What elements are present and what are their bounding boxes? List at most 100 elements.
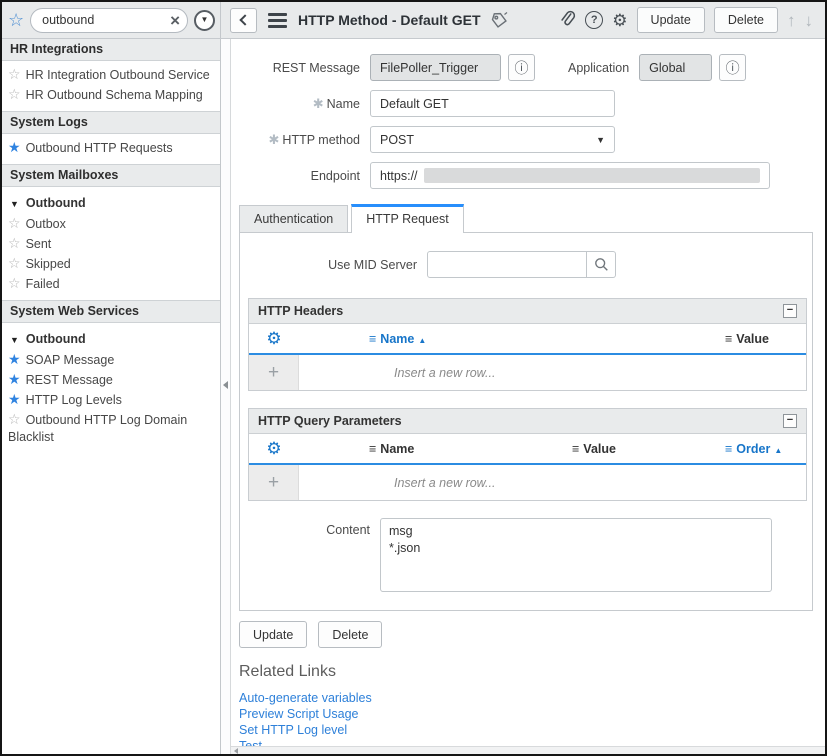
chevron-down-icon: ▼ (10, 199, 19, 209)
column-menu-icon[interactable]: ≡ (725, 332, 732, 346)
sidebar-item-label: Outbound HTTP Log Domain Blacklist (8, 413, 187, 444)
tab-authentication[interactable]: Authentication (239, 205, 348, 232)
sidebar-item-outbound-http-log-domain-blacklist[interactable]: ☆Outbound HTTP Log Domain Blacklist (2, 410, 220, 447)
update-button[interactable]: Update (239, 621, 307, 648)
top-bar: ☆ × ▼ HTTP Method - Default GET ? ⚙ Upda… (2, 2, 825, 39)
tab-http-request[interactable]: HTTP Request (351, 204, 463, 233)
http-method-value: POST (380, 133, 414, 147)
sidebar-collapse-strip[interactable] (221, 39, 231, 754)
sidebar-item-label: SOAP Message (26, 353, 115, 367)
form-main: REST Message FilePoller_Trigger ⓘ Applic… (231, 39, 825, 754)
search-icon (594, 257, 609, 272)
sidebar-item-failed[interactable]: ☆Failed (2, 274, 220, 294)
insert-row-placeholder[interactable]: Insert a new row... (299, 465, 806, 500)
sidebar-item-hr-outbound-schema-mapping[interactable]: ☆HR Outbound Schema Mapping (2, 85, 220, 105)
sidebar-item-outbox[interactable]: ☆Outbox (2, 214, 220, 234)
sidebar-group-label: Outbound (26, 332, 86, 346)
link-set-http-log-level[interactable]: Set HTTP Log level (239, 722, 825, 738)
http-method-select[interactable]: POST▼ (370, 126, 615, 153)
column-menu-icon[interactable]: ≡ (572, 442, 579, 456)
star-outline-icon[interactable]: ☆ (8, 86, 21, 102)
header-delete-button[interactable]: Delete (714, 7, 778, 33)
chevron-left-icon (239, 14, 250, 25)
redacted-endpoint-block (424, 168, 760, 183)
star-filled-icon[interactable]: ★ (8, 351, 21, 367)
column-header-order[interactable]: ≡Order▲ (725, 442, 806, 456)
navigator-search-input[interactable] (42, 13, 170, 27)
sidebar-item-hr-integration-outbound-service[interactable]: ☆HR Integration Outbound Service (2, 65, 220, 85)
sidebar-group-label: Outbound (26, 196, 86, 210)
previous-record-icon[interactable]: ↑ (787, 12, 796, 29)
column-menu-icon[interactable]: ≡ (369, 332, 376, 346)
column-header-value[interactable]: ≡Value (491, 442, 725, 456)
mid-server-lookup-button[interactable] (587, 251, 616, 278)
personalize-gear-icon[interactable]: ⚙ (612, 12, 627, 29)
endpoint-input[interactable]: https:// (370, 162, 770, 189)
insert-row-placeholder[interactable]: Insert a new row... (299, 355, 806, 390)
header-update-button[interactable]: Update (637, 7, 705, 33)
use-mid-server-label: Use MID Server (240, 258, 427, 272)
sidebar-item-outbound-http-requests[interactable]: ★Outbound HTTP Requests (2, 138, 220, 158)
sidebar-item-label: Sent (26, 237, 52, 251)
column-header-name[interactable]: ≡Name (299, 442, 491, 456)
application-info-icon[interactable]: ⓘ (719, 54, 746, 81)
sidebar-item-label: REST Message (26, 373, 113, 387)
endpoint-label: Endpoint (237, 169, 370, 183)
star-outline-icon[interactable]: ☆ (8, 275, 21, 291)
sidebar-collapse-icon[interactable] (223, 381, 228, 389)
star-outline-icon[interactable]: ☆ (8, 215, 21, 231)
navigator-search-pill: × (30, 8, 188, 33)
http-headers-card: HTTP Headers − ⚙ ≡Name▲ ≡Value + Insert … (248, 298, 807, 391)
clear-search-icon[interactable]: × (170, 12, 180, 29)
collapse-section-icon[interactable]: − (783, 414, 797, 428)
sidebar-group-outbound-web-services[interactable]: ▼ Outbound (2, 327, 220, 350)
add-row-plus-icon[interactable]: + (249, 465, 299, 500)
add-row-plus-icon[interactable]: + (249, 355, 299, 390)
horizontal-scrollbar[interactable] (231, 746, 825, 754)
content-textarea[interactable]: msg *.json (380, 518, 772, 592)
query-params-insert-row[interactable]: + Insert a new row... (249, 465, 806, 500)
tag-icon[interactable] (490, 11, 509, 30)
star-outline-icon[interactable]: ☆ (8, 235, 21, 251)
sidebar-group-outbound-mailboxes[interactable]: ▼ Outbound (2, 191, 220, 214)
next-record-icon[interactable]: ↓ (805, 12, 814, 29)
navigator-menu-button[interactable]: ▼ (194, 10, 215, 31)
back-button[interactable] (230, 8, 257, 33)
rest-message-info-icon[interactable]: ⓘ (508, 54, 535, 81)
link-preview-script-usage[interactable]: Preview Script Usage (239, 706, 825, 722)
attachment-icon[interactable] (558, 10, 576, 31)
scroll-left-icon[interactable] (234, 748, 238, 754)
list-settings-gear-icon[interactable]: ⚙ (249, 440, 299, 457)
star-outline-icon[interactable]: ☆ (8, 66, 21, 82)
caret-down-icon: ▼ (201, 16, 209, 24)
sidebar-item-sent[interactable]: ☆ Sent (2, 234, 220, 254)
sidebar-item-http-log-levels[interactable]: ★HTTP Log Levels (2, 390, 220, 410)
column-header-name[interactable]: ≡Name▲ (299, 332, 725, 346)
list-settings-gear-icon[interactable]: ⚙ (249, 330, 299, 347)
column-menu-icon[interactable]: ≡ (725, 442, 732, 456)
column-menu-icon[interactable]: ≡ (369, 442, 376, 456)
sidebar-item-rest-message[interactable]: ★ REST Message (2, 370, 220, 390)
sidebar-item-soap-message[interactable]: ★ SOAP Message (2, 350, 220, 370)
favorites-star-icon[interactable]: ☆ (8, 11, 24, 29)
link-auto-generate-variables[interactable]: Auto-generate variables (239, 690, 825, 706)
star-outline-icon[interactable]: ☆ (8, 411, 21, 427)
collapse-section-icon[interactable]: − (783, 304, 797, 318)
help-icon[interactable]: ? (585, 11, 603, 29)
column-header-value[interactable]: ≡Value (725, 332, 806, 346)
star-filled-icon[interactable]: ★ (8, 139, 21, 155)
form-context-menu-icon[interactable] (266, 11, 289, 30)
application-label: Application (568, 61, 639, 75)
star-filled-icon[interactable]: ★ (8, 371, 21, 387)
form-tabs: Authentication HTTP Request (239, 204, 825, 232)
chevron-down-icon: ▼ (10, 335, 19, 345)
endpoint-value: https:// (380, 169, 418, 183)
sidebar-item-skipped[interactable]: ☆Skipped (2, 254, 220, 274)
delete-button[interactable]: Delete (318, 621, 382, 648)
star-filled-icon[interactable]: ★ (8, 391, 21, 407)
use-mid-server-input[interactable] (427, 251, 587, 278)
name-input[interactable] (370, 90, 615, 117)
http-headers-insert-row[interactable]: + Insert a new row... (249, 355, 806, 390)
star-outline-icon[interactable]: ☆ (8, 255, 21, 271)
query-params-title: HTTP Query Parameters (258, 414, 402, 428)
